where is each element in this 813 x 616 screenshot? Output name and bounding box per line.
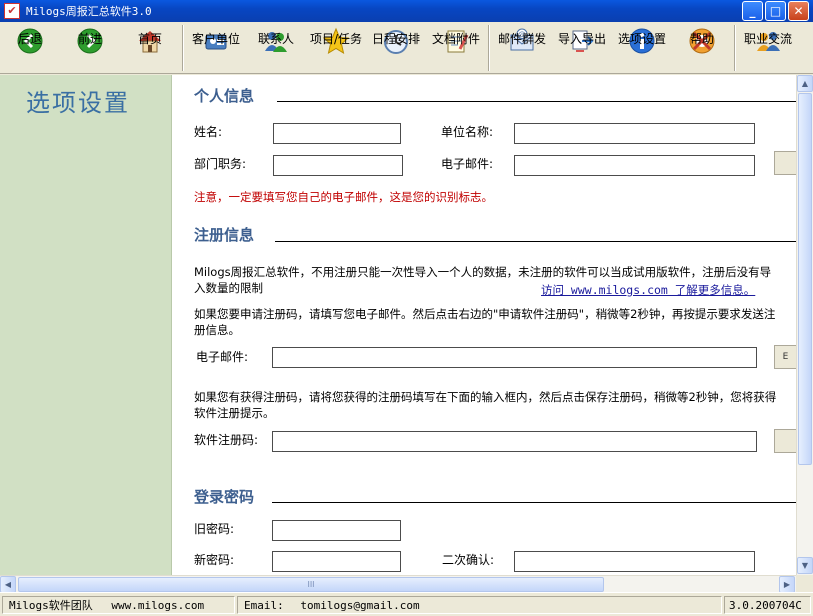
registration-email-label: 电子邮件: bbox=[196, 350, 249, 364]
vertical-scroll-thumb[interactable] bbox=[798, 93, 812, 465]
sidebar: 选项设置 bbox=[0, 75, 172, 575]
scroll-left-button[interactable]: ◀ bbox=[0, 576, 16, 593]
toolbar-help-label: 帮助 bbox=[689, 32, 714, 46]
email-warning-text: 注意，一定要填写您自己的电子邮件，这是您的识别标志。 bbox=[194, 190, 493, 204]
minimize-button[interactable]: _ bbox=[742, 1, 763, 21]
status-website: www.milogs.com bbox=[111, 599, 205, 612]
personal-section-title: 个人信息 bbox=[194, 87, 255, 105]
request-code-button[interactable]: E bbox=[774, 345, 796, 369]
toolbar-mass-mail-label: 邮件群发 bbox=[497, 32, 546, 46]
toolbar-import-export-button[interactable]: 导入导出 bbox=[552, 22, 612, 73]
name-label: 姓名: bbox=[194, 125, 223, 139]
toolbar-forward-button[interactable]: 前进 bbox=[60, 22, 120, 73]
password-section-title: 登录密码 bbox=[194, 488, 255, 506]
toolbar-home-button[interactable]: 首页 bbox=[120, 22, 180, 73]
toolbar-import-export-label: 导入导出 bbox=[557, 32, 606, 46]
department-label: 部门职务: bbox=[194, 157, 247, 171]
personal-email-label: 电子邮件: bbox=[441, 157, 494, 171]
title-bar: ✔ Milogs周报汇总软件3.0 _ □ ✕ bbox=[0, 0, 813, 22]
toolbar-career-exchange-button[interactable]: 职业交流 bbox=[738, 22, 798, 73]
toolbar-separator bbox=[182, 25, 184, 71]
code-instructions-text: 如果您有获得注册码，请将您获得的注册码填写在下面的输入框内，然后点击保存注册码，… bbox=[194, 390, 777, 420]
toolbar-mass-mail-button[interactable]: @ 邮件群发 bbox=[492, 22, 552, 73]
toolbar-client-unit-button[interactable]: 客户单位 bbox=[186, 22, 246, 73]
confirm-password-label: 二次确认: bbox=[442, 553, 495, 567]
department-input[interactable] bbox=[273, 155, 403, 176]
website-link[interactable]: 访问 www.milogs.com 了解更多信息。 bbox=[541, 282, 755, 298]
old-password-input[interactable] bbox=[272, 520, 401, 541]
toolbar-options-label: 选项设置 bbox=[617, 32, 666, 46]
toolbar-back-button[interactable]: 后退 bbox=[0, 22, 60, 73]
status-email: Email: tomilogs@gmail.com bbox=[237, 596, 722, 614]
status-bar: Milogs软件团队 www.milogs.com Email: tomilog… bbox=[0, 592, 813, 616]
registration-code-input[interactable] bbox=[272, 431, 757, 452]
sidebar-heading: 选项设置 bbox=[26, 89, 130, 117]
toolbar: 后退 前进 首页 客户单位 联系人 项目/任务 日程安排 文档附件 @ 邮件群发… bbox=[0, 22, 813, 74]
toolbar-schedule-label: 日程安排 bbox=[371, 32, 420, 46]
save-code-button[interactable] bbox=[774, 429, 796, 453]
status-team-name: Milogs软件团队 bbox=[9, 599, 93, 612]
section-divider bbox=[272, 502, 796, 503]
personal-email-input[interactable] bbox=[514, 155, 755, 176]
status-version: 3.0.200704C bbox=[724, 596, 811, 614]
company-input[interactable] bbox=[514, 123, 755, 144]
main-area: 选项设置 个人信息 姓名: 单位名称: 部门职务: 电子邮件: 注意，一定要填写… bbox=[0, 75, 813, 575]
section-divider bbox=[275, 241, 796, 242]
toolbar-project-task-label: 项目/任务 bbox=[309, 32, 363, 46]
section-divider bbox=[277, 101, 796, 102]
personal-save-button[interactable] bbox=[774, 151, 796, 175]
horizontal-scroll-thumb[interactable]: III bbox=[18, 577, 604, 592]
toolbar-documents-label: 文档附件 bbox=[431, 32, 480, 46]
company-label: 单位名称: bbox=[441, 125, 494, 139]
options-form: 个人信息 姓名: 单位名称: 部门职务: 电子邮件: 注意，一定要填写您自己的电… bbox=[173, 75, 796, 575]
scroll-down-button[interactable]: ▼ bbox=[797, 557, 813, 574]
toolbar-documents-button[interactable]: 文档附件 bbox=[426, 22, 486, 73]
status-email-label: Email: bbox=[244, 599, 284, 612]
toolbar-home-label: 首页 bbox=[137, 32, 162, 46]
window-controls: _ □ ✕ bbox=[742, 1, 809, 21]
toolbar-contacts-label: 联系人 bbox=[257, 32, 294, 46]
toolbar-help-button[interactable]: 帮助 bbox=[672, 22, 732, 73]
toolbar-separator bbox=[488, 25, 490, 71]
app-icon[interactable]: ✔ bbox=[4, 3, 20, 19]
registration-email-input[interactable] bbox=[272, 347, 757, 368]
scroll-up-button[interactable]: ▲ bbox=[797, 75, 813, 92]
new-password-input[interactable] bbox=[272, 551, 401, 572]
toolbar-project-task-button[interactable]: 项目/任务 bbox=[306, 22, 366, 73]
status-team: Milogs软件团队 www.milogs.com bbox=[2, 596, 235, 614]
horizontal-scrollbar[interactable]: ◀ III ▶ bbox=[0, 575, 796, 593]
toolbar-separator bbox=[734, 25, 736, 71]
apply-instructions-text: 如果您要申请注册码，请填写您电子邮件。然后点击右边的"申请软件注册码"，稍微等2… bbox=[194, 307, 776, 337]
maximize-button[interactable]: □ bbox=[765, 1, 786, 21]
toolbar-schedule-button[interactable]: 日程安排 bbox=[366, 22, 426, 73]
registration-code-label: 软件注册码: bbox=[194, 433, 259, 447]
toolbar-back-label: 后退 bbox=[17, 32, 42, 46]
toolbar-career-exchange-label: 职业交流 bbox=[743, 32, 792, 46]
confirm-password-input[interactable] bbox=[514, 551, 755, 572]
new-password-label: 新密码: bbox=[194, 553, 235, 567]
old-password-label: 旧密码: bbox=[194, 522, 235, 536]
scrollbar-corner bbox=[796, 575, 813, 592]
window-title: Milogs周报汇总软件3.0 bbox=[26, 5, 152, 18]
toolbar-client-unit-label: 客户单位 bbox=[191, 32, 240, 46]
vertical-scrollbar[interactable]: ▲ ▼ bbox=[796, 75, 813, 575]
status-email-address: tomilogs@gmail.com bbox=[300, 599, 420, 612]
scroll-right-button[interactable]: ▶ bbox=[779, 576, 795, 593]
toolbar-forward-label: 前进 bbox=[77, 32, 102, 46]
registration-section-title: 注册信息 bbox=[194, 226, 255, 244]
close-button[interactable]: ✕ bbox=[788, 1, 809, 21]
toolbar-options-button[interactable]: 选项设置 bbox=[612, 22, 672, 73]
name-input[interactable] bbox=[273, 123, 401, 144]
toolbar-contacts-button[interactable]: 联系人 bbox=[246, 22, 306, 73]
